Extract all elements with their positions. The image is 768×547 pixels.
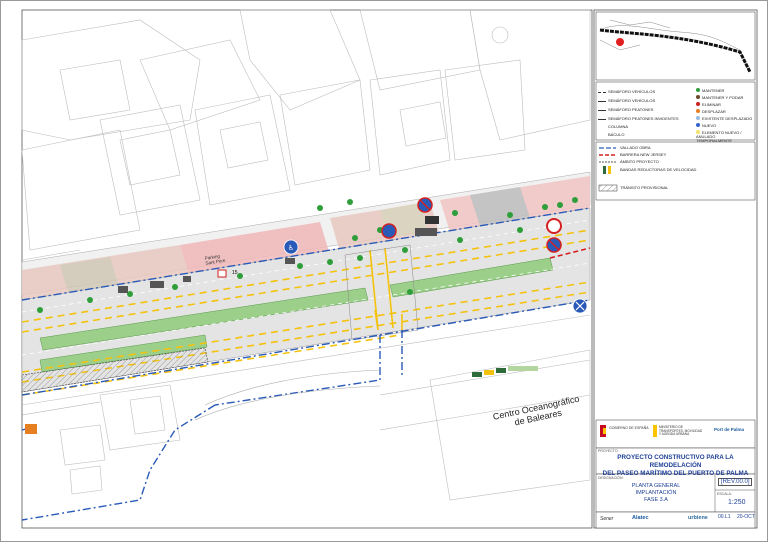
legend-right-6: ELEMENTO NUEVO / ANULADO TEMPORALMENTE: [696, 130, 742, 143]
plan-line3: FASE 3.A: [644, 497, 668, 503]
dot-icon: [696, 109, 700, 113]
scale-value: 1:250: [728, 499, 746, 506]
dot-icon: [696, 102, 700, 106]
legend-right-0: MANTENER: [702, 88, 725, 93]
ministry-name: MINISTERIO DE TRANSPORTES, MOVILIDAD Y A…: [659, 425, 703, 437]
sheet-date: 20-OCT: [737, 514, 755, 520]
legend-left-5: BÁCULO: [608, 132, 625, 137]
plan-line1: PLANTA GENERAL: [631, 483, 681, 489]
plan-title: PLANTA GENERAL IMPLANTACIÓN FASE 3.A: [600, 483, 712, 504]
client-name: GOBIERNO DE ESPAÑA: [609, 426, 649, 430]
legend-works-3: BANDAS REDUCTORAS DE VELOCIDAD: [620, 167, 697, 172]
designation-caption: DESIGNACIÓN:: [598, 476, 624, 480]
sheet-number: 00.L1: [718, 514, 731, 520]
legend-left-3: SEMÁFORO PEATONES INVIDENTES: [608, 116, 679, 121]
dot-icon: [696, 116, 700, 120]
revision-text: REV.00.0: [722, 479, 748, 485]
logo-sener: Sener: [600, 516, 614, 522]
speed-sign-text: 15: [232, 270, 238, 276]
logo-alatec: Alatec: [632, 515, 649, 521]
project-title-line1: PROYECTO CONSTRUCTIVO PARA LA REMODELACI…: [617, 454, 734, 469]
legend-right-3: DESPLAZAR: [702, 109, 726, 114]
plan-line2: IMPLANTACIÓN: [635, 490, 677, 496]
dot-icon: [696, 95, 700, 99]
legend-right-4: EXISTENTE DESPLAZADO: [702, 116, 753, 121]
dot-icon: [696, 88, 700, 92]
drawing-sheet: ♿ Parking Sant Pere 15 Centro Oceanográf…: [0, 0, 768, 542]
project-title: PROYECTO CONSTRUCTIVO PARA LA REMODELACI…: [598, 454, 753, 478]
legend-works-1: BARRERA NEW JERSEY: [620, 152, 667, 157]
scale-caption: ESCALA:: [717, 492, 732, 496]
svg-text:♿: ♿: [288, 244, 294, 252]
legend-symbols: SEMÁFORO VEHÍCULOS SEMÁFORO VEHÍCULOS SE…: [598, 88, 753, 143]
legend-left-0: SEMÁFORO VEHÍCULOS: [608, 89, 656, 94]
legend-left-1: SEMÁFORO VEHÍCULOS: [608, 98, 656, 103]
dot-icon: [696, 123, 700, 127]
legend-works-4: TRÁNSITO PROVISIONAL: [620, 185, 669, 190]
legend-works: VALLADO OBRA BARRERA NEW JERSEY ÁMBITO P…: [620, 145, 752, 197]
logo-urbiene: urbiene: [688, 515, 708, 521]
legend-right-5: NUEVO: [702, 123, 717, 128]
legend-right-2: ELIMINAR: [702, 102, 721, 107]
legend-works-2: ÁMBITO PROYECTO: [620, 159, 659, 164]
legend-right-1: MANTENER Y PODAR: [702, 95, 744, 100]
revision: [REV.00.0]: [718, 478, 753, 486]
legend-works-0: VALLADO OBRA: [620, 145, 651, 150]
port-authority-logo: Port de Palma: [714, 427, 745, 432]
legend-left-4: COLUMNA: [608, 124, 629, 129]
legend-left-2: SEMÁFORO PEATONES: [608, 107, 654, 112]
project-caption: PROYECTO:: [598, 449, 619, 453]
